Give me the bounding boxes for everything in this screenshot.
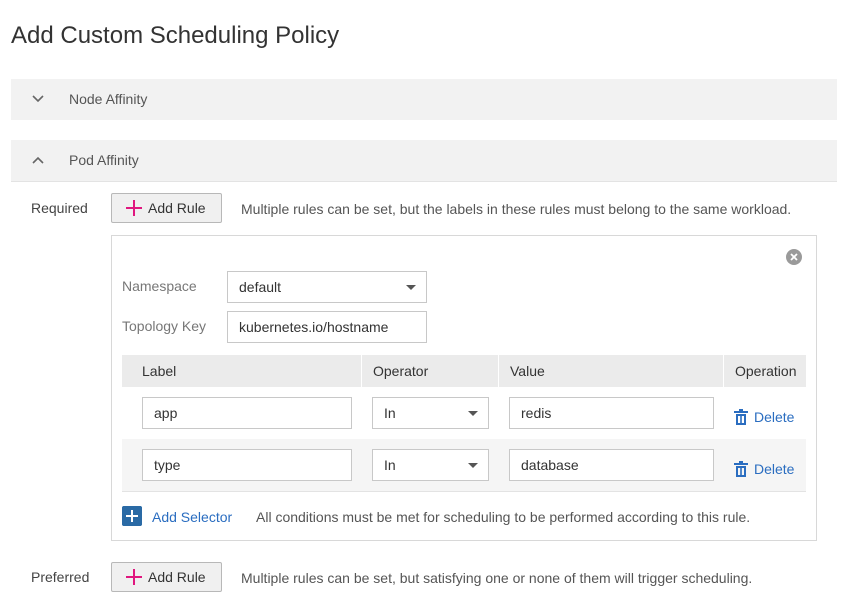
row-value-value: redis (521, 405, 552, 421)
required-hint: Multiple rules can be set, but the label… (241, 201, 792, 217)
row-value-input[interactable]: redis (509, 397, 714, 429)
chevron-up-icon (32, 156, 44, 164)
trash-icon (734, 409, 748, 425)
row-value-input[interactable]: database (509, 449, 714, 481)
table-divider (122, 491, 806, 492)
plus-icon (126, 200, 142, 216)
topology-key-label: Topology Key (122, 318, 207, 334)
add-rule-required-button[interactable]: Add Rule (111, 193, 222, 223)
row-operator-select[interactable]: In (372, 449, 489, 481)
section-node-affinity[interactable]: Node Affinity (11, 79, 837, 120)
plus-icon (126, 569, 142, 585)
add-rule-preferred-label: Add Rule (148, 569, 206, 585)
row-label-value: app (154, 405, 178, 421)
row-value-value: database (521, 457, 579, 473)
namespace-select[interactable]: default (227, 271, 427, 303)
row-label-input[interactable]: app (142, 397, 352, 429)
preferred-label: Preferred (31, 569, 90, 585)
caret-down-icon (406, 285, 416, 290)
selector-hint: All conditions must be met for schedulin… (256, 509, 751, 525)
page-title: Add Custom Scheduling Policy (11, 22, 340, 49)
namespace-label: Namespace (122, 278, 197, 294)
row-delete-button[interactable]: Delete (734, 409, 794, 425)
caret-down-icon (468, 463, 478, 468)
section-divider (11, 181, 837, 182)
section-pod-affinity[interactable]: Pod Affinity (11, 140, 837, 181)
row-label-input[interactable]: type (142, 449, 352, 481)
add-rule-required-label: Add Rule (148, 200, 206, 216)
namespace-value: default (239, 279, 282, 295)
section-pod-affinity-label: Pod Affinity (69, 152, 139, 168)
caret-down-icon (468, 411, 478, 416)
topology-key-input[interactable]: kubernetes.io/hostname (227, 311, 427, 343)
section-node-affinity-label: Node Affinity (69, 91, 148, 107)
preferred-hint: Multiple rules can be set, but satisfyin… (241, 570, 753, 586)
chevron-down-icon (32, 95, 44, 103)
add-rule-preferred-button[interactable]: Add Rule (111, 562, 222, 592)
topology-key-value: kubernetes.io/hostname (239, 319, 389, 335)
column-header-operation: Operation (723, 355, 806, 387)
column-header-label: Label (122, 355, 361, 387)
row-operator-select[interactable]: In (372, 397, 489, 429)
row-delete-button[interactable]: Delete (734, 461, 794, 477)
column-header-value: Value (498, 355, 723, 387)
column-header-operator: Operator (361, 355, 498, 387)
add-selector-icon[interactable] (122, 506, 142, 526)
row-delete-label: Delete (754, 461, 795, 477)
close-icon[interactable] (786, 249, 802, 265)
row-operator-value: In (384, 457, 396, 473)
trash-icon (734, 461, 748, 477)
required-label: Required (31, 200, 88, 216)
row-operator-value: In (384, 405, 396, 421)
add-selector-link[interactable]: Add Selector (152, 509, 232, 525)
row-label-value: type (154, 457, 181, 473)
row-delete-label: Delete (754, 409, 795, 425)
